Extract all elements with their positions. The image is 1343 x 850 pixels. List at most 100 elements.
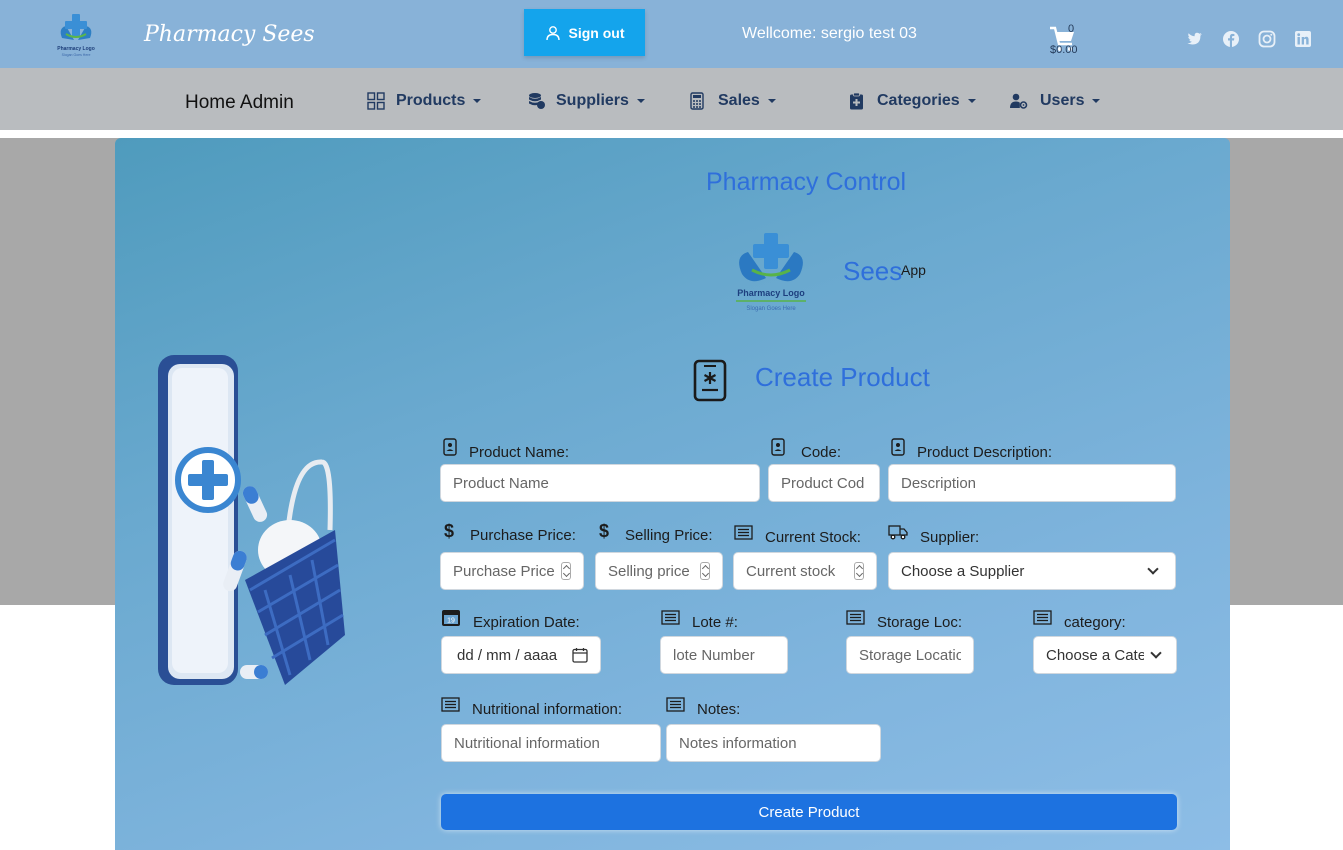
number-spinner[interactable] — [700, 562, 710, 580]
medical-file-icon — [693, 359, 727, 402]
nutritional-input[interactable]: Nutritional information — [441, 724, 661, 762]
clipboard-plus-icon — [850, 92, 863, 110]
list-icon — [734, 525, 753, 540]
supplier-select[interactable]: Choose a Supplier — [888, 552, 1176, 590]
code-input[interactable]: Product Cod — [768, 464, 880, 502]
chevron-down-icon — [1150, 647, 1162, 659]
list-icon — [661, 610, 680, 625]
code-label-text: Code: — [801, 444, 842, 461]
nav-users[interactable]: Users — [1010, 92, 1101, 110]
product-name-label-text: Product Name: — [469, 444, 570, 461]
form-title: Create Product — [755, 362, 930, 392]
phone-medicine-illustration — [158, 355, 345, 685]
storage-input[interactable]: Storage Locatio — [846, 636, 974, 674]
nav-sales[interactable]: Sales — [690, 92, 776, 110]
nav-suppliers[interactable]: Suppliers — [528, 92, 645, 110]
pharmacy-logo: Pharmacy Logo Slogan Goes Here — [736, 233, 806, 312]
expiration-date-value: dd / mm / aaaa — [457, 646, 558, 664]
purchase-price-input[interactable]: Purchase Price — [440, 552, 584, 590]
nav-categories-label: Categories — [877, 92, 960, 109]
grid-icon — [367, 92, 385, 110]
nav-sales-label: Sales — [718, 92, 760, 109]
coins-icon — [529, 93, 545, 109]
nutritional-label-text: Nutritional information: — [472, 701, 623, 718]
chevron-down-icon — [967, 99, 976, 103]
description-input[interactable]: Description — [888, 464, 1176, 502]
chevron-down-icon — [1092, 99, 1101, 103]
number-spinner[interactable] — [854, 562, 864, 580]
category-label: category: — [1033, 604, 1126, 631]
twitter-icon[interactable] — [1186, 30, 1204, 48]
logo-text: Pharmacy Logo — [737, 288, 805, 298]
calendar-icon[interactable] — [572, 647, 588, 663]
nav-users-label: Users — [1040, 92, 1085, 109]
current-stock-label-text: Current Stock: — [765, 529, 861, 546]
current-stock-input[interactable]: Current stock — [733, 552, 877, 590]
notes-label-text: Notes: — [697, 701, 741, 718]
notes-label: Notes: — [666, 691, 740, 718]
user-icon — [545, 25, 560, 40]
nav-home-admin[interactable]: Home Admin — [185, 92, 294, 114]
storage-label: Storage Loc: — [846, 604, 962, 631]
dollar-icon: $ — [444, 521, 455, 541]
id-card-icon — [443, 437, 457, 456]
cart-total: $0.00 — [1050, 44, 1078, 56]
page-background — [0, 605, 115, 850]
purchase-price-placeholder: Purchase Price — [453, 562, 555, 580]
logo-slogan: Slogan Goes Here — [746, 306, 796, 312]
facebook-icon[interactable] — [1222, 30, 1240, 48]
lote-placeholder: lote Number — [673, 646, 755, 664]
category-select[interactable]: Choose a Cate — [1033, 636, 1177, 674]
description-label-text: Product Description: — [917, 444, 1053, 461]
description-placeholder: Description — [901, 474, 977, 492]
page-background — [1230, 605, 1343, 850]
selling-price-label-text: Selling Price: — [625, 527, 713, 544]
welcome-text: Wellcome: sergio test 03 — [742, 25, 917, 42]
product-name-input[interactable]: Product Name — [440, 464, 760, 502]
chevron-down-icon — [767, 99, 776, 103]
sign-out-button[interactable]: Sign out — [524, 9, 645, 56]
product-name-placeholder: Product Name — [453, 474, 549, 492]
supplier-selected: Choose a Supplier — [901, 562, 1025, 580]
brand-name: Pharmacy Sees — [144, 22, 315, 47]
purchase-price-label-text: Purchase Price: — [470, 527, 576, 544]
notes-placeholder: Notes information — [679, 734, 797, 752]
expiration-date-input[interactable]: dd / mm / aaaa — [441, 636, 601, 674]
id-card-icon — [891, 437, 905, 456]
current-stock-label: Current Stock: — [734, 519, 861, 546]
instagram-icon[interactable] — [1258, 30, 1276, 48]
selling-price-input[interactable]: Selling price — [595, 552, 723, 590]
page-title: Pharmacy Control — [706, 168, 907, 196]
nav-suppliers-label: Suppliers — [556, 92, 629, 109]
chevron-down-icon — [473, 99, 482, 103]
linkedin-icon[interactable] — [1294, 30, 1312, 48]
nav-products-label: Products — [396, 92, 466, 109]
storage-placeholder: Storage Locatio — [859, 646, 961, 664]
logo-text: Pharmacy Logo — [57, 46, 95, 52]
description-label: Product Description: — [891, 432, 1052, 461]
nav-products[interactable]: Products — [367, 92, 482, 110]
sign-out-label: Sign out — [568, 24, 625, 41]
number-spinner[interactable] — [561, 562, 571, 580]
cart-count: 0 — [1068, 23, 1075, 35]
code-placeholder: Product Cod — [781, 474, 865, 492]
code-label: Code: — [771, 432, 841, 461]
app-brand: Sees — [843, 256, 903, 286]
nav-categories[interactable]: Categories — [849, 92, 976, 110]
create-product-button[interactable]: Create Product — [441, 794, 1177, 830]
category-label-text: category: — [1064, 614, 1126, 631]
chevron-down-icon — [1147, 563, 1159, 575]
nav-divider — [0, 130, 1343, 138]
storage-label-text: Storage Loc: — [877, 614, 963, 631]
nutritional-placeholder: Nutritional information — [454, 734, 600, 752]
purchase-price-label: $ Purchase Price: — [444, 519, 576, 544]
notes-input[interactable]: Notes information — [666, 724, 881, 762]
lote-input[interactable]: lote Number — [660, 636, 788, 674]
calculator-icon — [690, 92, 704, 110]
lote-label-text: Lote #: — [692, 614, 738, 631]
supplier-label-text: Supplier: — [920, 529, 980, 546]
list-icon — [846, 610, 865, 625]
expiration-label-text: Expiration Date: — [473, 614, 580, 631]
dollar-icon: $ — [599, 521, 610, 541]
pharmacy-logo[interactable]: Pharmacy Logo Slogan Goes Here — [52, 10, 100, 60]
